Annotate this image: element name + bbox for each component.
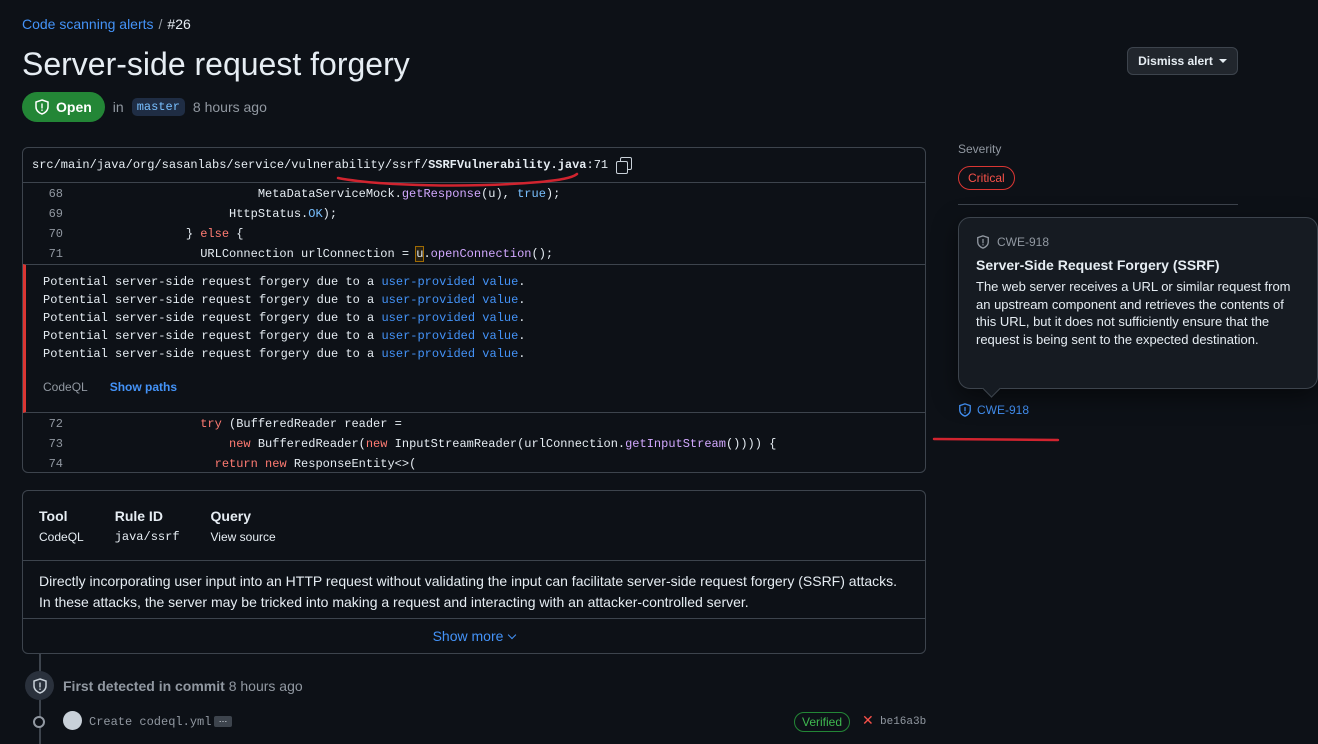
tooltip-title: Server-Side Request Forgery (SSRF): [976, 257, 1220, 273]
cwe-link-label: CWE-918: [977, 403, 1030, 417]
line-number: 73: [48, 437, 63, 451]
breadcrumb-link-code-scanning[interactable]: Code scanning alerts: [22, 16, 154, 32]
shield-icon: [976, 235, 990, 249]
line-number: 71: [48, 247, 63, 261]
sidebar-divider: [958, 204, 1238, 205]
in-text: in: [112, 99, 124, 115]
dismiss-alert-button[interactable]: Dismiss alert: [1127, 47, 1238, 75]
code-lines-after: 72 try (BufferedReader reader = 73 new Bu…: [23, 413, 925, 472]
caret-down-icon: [1218, 59, 1227, 63]
user-provided-value-link[interactable]: user-provided value: [381, 311, 518, 325]
user-provided-value-link[interactable]: user-provided value: [381, 275, 518, 289]
dismiss-alert-label: Dismiss alert: [1138, 54, 1213, 68]
avatar[interactable]: [63, 711, 82, 730]
tool-heading: Tool: [39, 508, 68, 524]
timeline-shield-icon: [25, 671, 54, 700]
cwe-link[interactable]: CWE-918: [958, 403, 1029, 417]
breadcrumb-current: #26: [167, 16, 191, 32]
user-provided-value-link[interactable]: user-provided value: [381, 347, 518, 361]
show-more-button[interactable]: Show more: [23, 618, 925, 653]
file-path-header: src/main/java/org/sasanlabs/service/vuln…: [23, 148, 925, 183]
alert-message: Potential server-side request forgery du…: [43, 347, 526, 361]
status-row: Open in master 8 hours ago: [22, 92, 267, 122]
show-more-label: Show more: [432, 628, 504, 644]
shield-icon: [958, 403, 972, 417]
tooltip-cwe-id: CWE-918: [997, 235, 1050, 249]
user-provided-value-link[interactable]: user-provided value: [381, 293, 518, 307]
alert-message-panel: Potential server-side request forgery du…: [23, 264, 925, 413]
code-line: 70 } else {: [23, 224, 925, 244]
page-title: Server-side request forgery: [22, 46, 410, 82]
code-text: new BufferedReader(new InputStreamReader…: [229, 437, 777, 451]
tooltip-body: The web server receives a URL or similar…: [976, 279, 1291, 347]
copy-icon[interactable]: [616, 157, 633, 174]
rule-description: Directly incorporating user input into a…: [39, 573, 898, 610]
code-text: URLConnection urlConnection = u.openConn…: [200, 246, 554, 262]
code-text: try (BufferedReader reader =: [200, 417, 402, 431]
commit-message[interactable]: Create codeql.yml: [89, 715, 211, 729]
code-text: HttpStatus.OK);: [229, 207, 338, 221]
code-lines-before: 68 MetaDataServiceMock.getResponse(u), t…: [23, 183, 925, 264]
rule-info-box: Tool CodeQL Rule ID java/ssrf Query View…: [22, 490, 926, 654]
commit-node-icon: [33, 716, 45, 728]
alert-message: Potential server-side request forgery du…: [43, 311, 526, 325]
line-number: 70: [48, 227, 63, 241]
line-number: 74: [48, 457, 63, 471]
first-detected-text: First detected in commit 8 hours ago: [63, 678, 303, 694]
commit-sha[interactable]: be16a3b: [880, 716, 926, 728]
query-column: Query View source: [211, 508, 276, 560]
rule-id-value: java/ssrf: [114, 530, 180, 544]
line-number: 69: [48, 207, 63, 221]
rule-id-heading: Rule ID: [114, 508, 163, 524]
severity-label: Severity: [958, 142, 1002, 156]
breadcrumb-separator: /: [158, 16, 163, 32]
rule-id-column: Rule ID java/ssrf: [115, 508, 180, 560]
tool-value: CodeQL: [39, 530, 84, 544]
view-source-link[interactable]: View source: [211, 530, 276, 544]
detected-time: 8 hours ago: [192, 99, 267, 115]
cwe-underline-annotation: [932, 437, 1060, 442]
verified-badge[interactable]: Verified: [794, 712, 851, 732]
alert-tool-name: CodeQL: [43, 380, 88, 394]
show-paths-button[interactable]: Show paths: [110, 380, 177, 394]
failed-check-icon[interactable]: ✕: [862, 712, 874, 729]
code-text: MetaDataServiceMock.getResponse(u), true…: [257, 187, 561, 201]
file-path[interactable]: src/main/java/org/sasanlabs/service/vuln…: [32, 158, 608, 172]
chevron-down-icon: [508, 630, 517, 639]
code-line: 74 return new ResponseEntity<>(: [23, 454, 925, 472]
shield-icon: [34, 99, 50, 115]
severity-badge: Critical: [958, 166, 1015, 190]
expand-commit-button[interactable]: …: [214, 715, 232, 727]
code-line: 73 new BufferedReader(new InputStreamRea…: [23, 434, 925, 454]
tool-column: Tool CodeQL: [39, 508, 84, 560]
code-line: 68 MetaDataServiceMock.getResponse(u), t…: [23, 184, 925, 204]
alert-message: Potential server-side request forgery du…: [43, 329, 526, 343]
code-line: 69 HttpStatus.OK);: [23, 204, 925, 224]
code-line: 72 try (BufferedReader reader =: [23, 414, 925, 434]
line-number: 72: [48, 417, 63, 431]
code-snippet: src/main/java/org/sasanlabs/service/vuln…: [22, 147, 926, 473]
cwe-tooltip: CWE-918 Server-Side Request Forgery (SSR…: [958, 217, 1318, 389]
user-provided-value-link[interactable]: user-provided value: [381, 329, 518, 343]
code-text: return new ResponseEntity<>(: [214, 457, 417, 471]
status-badge-label: Open: [56, 99, 92, 115]
alert-message: Potential server-side request forgery du…: [43, 293, 526, 307]
alert-message: Potential server-side request forgery du…: [43, 275, 526, 289]
status-badge: Open: [22, 92, 105, 122]
code-text: } else {: [185, 227, 244, 241]
breadcrumb: Code scanning alerts / #26: [22, 16, 191, 32]
branch-name[interactable]: master: [131, 98, 185, 116]
line-number: 68: [48, 187, 63, 201]
code-line: 71 URLConnection urlConnection = u.openC…: [23, 244, 925, 264]
query-heading: Query: [210, 508, 251, 524]
